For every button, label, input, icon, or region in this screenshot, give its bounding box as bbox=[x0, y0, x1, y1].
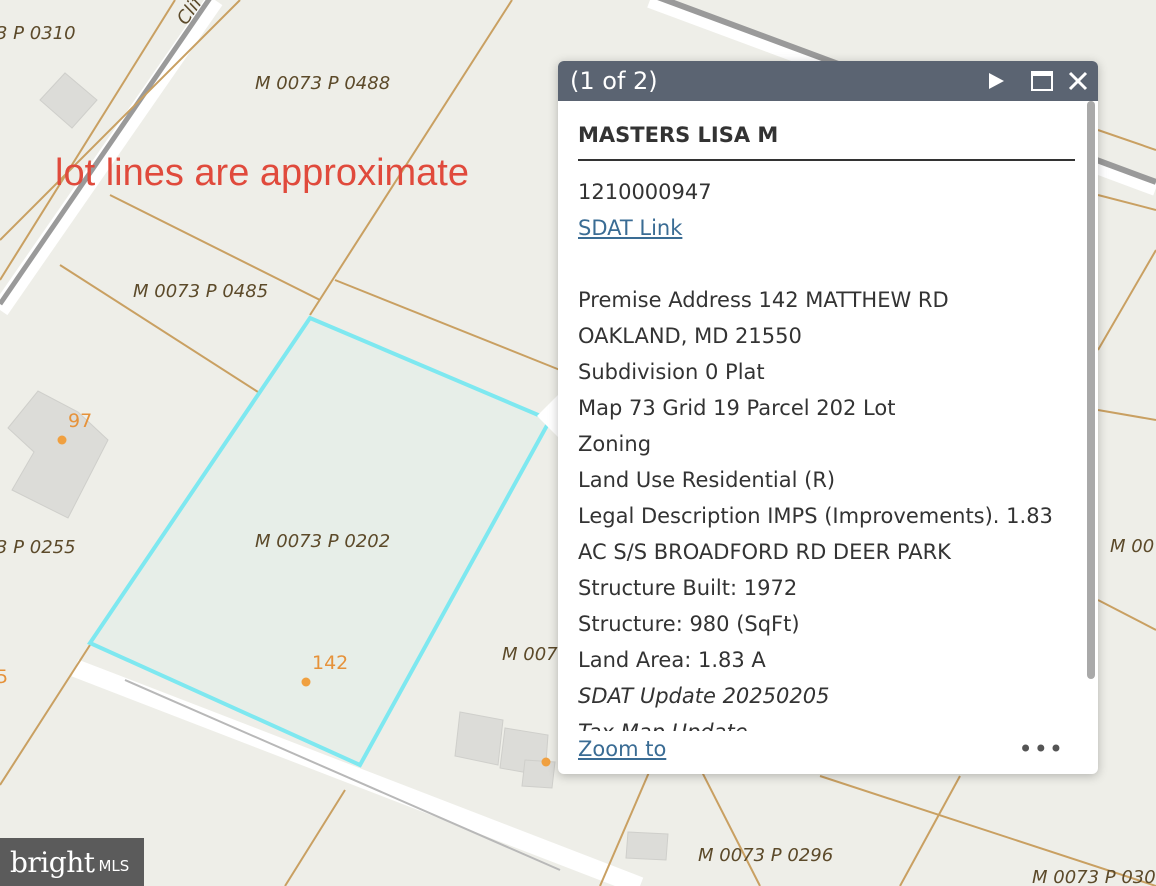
close-button[interactable] bbox=[1064, 67, 1092, 95]
parcel-label: 3 P 0310 bbox=[0, 23, 76, 44]
parcel-label: M 0073 P 030 bbox=[1032, 867, 1156, 886]
parcel-label: M 0073 P 0488 bbox=[255, 73, 390, 94]
structure-size: Structure: 980 (SqFt) bbox=[578, 612, 800, 636]
logo-text: bright bbox=[10, 845, 95, 879]
popup-header: (1 of 2) bbox=[558, 61, 1098, 101]
sdat-update: SDAT Update 20250205 bbox=[578, 684, 830, 708]
close-icon bbox=[1068, 71, 1088, 91]
owner-name: MASTERS LISA M bbox=[578, 123, 1075, 161]
popup-scrollbar[interactable] bbox=[1086, 101, 1096, 731]
play-icon bbox=[989, 73, 1004, 89]
parcel-label: M 0073 P 0485 bbox=[133, 281, 268, 302]
popup-content[interactable]: MASTERS LISA M 1210000947 SDAT Link Prem… bbox=[578, 101, 1075, 731]
next-feature-button[interactable] bbox=[982, 67, 1010, 95]
land-use: Land Use Residential (R) bbox=[578, 468, 836, 492]
structure-built: Structure Built: 1972 bbox=[578, 576, 798, 600]
parcel-label: M 0073 P 0296 bbox=[698, 845, 833, 866]
legal-description: Legal Description IMPS (Improvements). 1… bbox=[578, 504, 1053, 528]
address-point[interactable] bbox=[301, 677, 311, 687]
subdivision: Subdivision 0 Plat bbox=[578, 360, 765, 384]
parcel-label: 3 P 0255 bbox=[0, 537, 76, 558]
legal-description-cont: AC S/S BROADFORD RD DEER PARK bbox=[578, 540, 951, 564]
popup-pointer bbox=[537, 394, 559, 438]
bright-mls-logo: bright MLS bbox=[0, 838, 144, 886]
maximize-icon bbox=[1031, 71, 1053, 91]
logo-subtext: MLS bbox=[98, 857, 130, 875]
scrollbar-thumb[interactable] bbox=[1087, 101, 1095, 679]
parcel-label: M 007 bbox=[502, 644, 558, 665]
maximize-button[interactable] bbox=[1028, 67, 1056, 95]
feature-popup: (1 of 2) MASTERS LISA M 1210000947 SDAT … bbox=[558, 61, 1098, 774]
map-grid-parcel: Map 73 Grid 19 Parcel 202 Lot bbox=[578, 396, 896, 420]
sdat-link[interactable]: SDAT Link bbox=[578, 216, 682, 240]
tax-map-update: Tax Map Update bbox=[578, 714, 1075, 731]
zoning: Zoning bbox=[578, 432, 652, 456]
address-label: 5 bbox=[0, 666, 8, 688]
address-label: 142 bbox=[312, 652, 348, 674]
city-state-zip: OAKLAND, MD 21550 bbox=[578, 324, 802, 348]
parcel-label: M 0073 P 0202 bbox=[255, 531, 390, 552]
land-area: Land Area: 1.83 A bbox=[578, 648, 766, 672]
premise-address: Premise Address 142 MATTHEW RD bbox=[578, 288, 949, 312]
address-point[interactable] bbox=[541, 757, 551, 767]
popup-footer: Zoom to ••• bbox=[578, 733, 1078, 769]
address-point[interactable] bbox=[57, 435, 67, 445]
more-options-icon[interactable]: ••• bbox=[1019, 735, 1064, 763]
address-label: 97 bbox=[68, 410, 92, 432]
popup-title: (1 of 2) bbox=[570, 67, 658, 95]
zoom-to-link[interactable]: Zoom to bbox=[578, 737, 666, 761]
parcel-label: M 00 bbox=[1110, 536, 1154, 557]
account-number: 1210000947 bbox=[578, 180, 712, 204]
lot-lines-note: lot lines are approximate bbox=[55, 152, 469, 194]
